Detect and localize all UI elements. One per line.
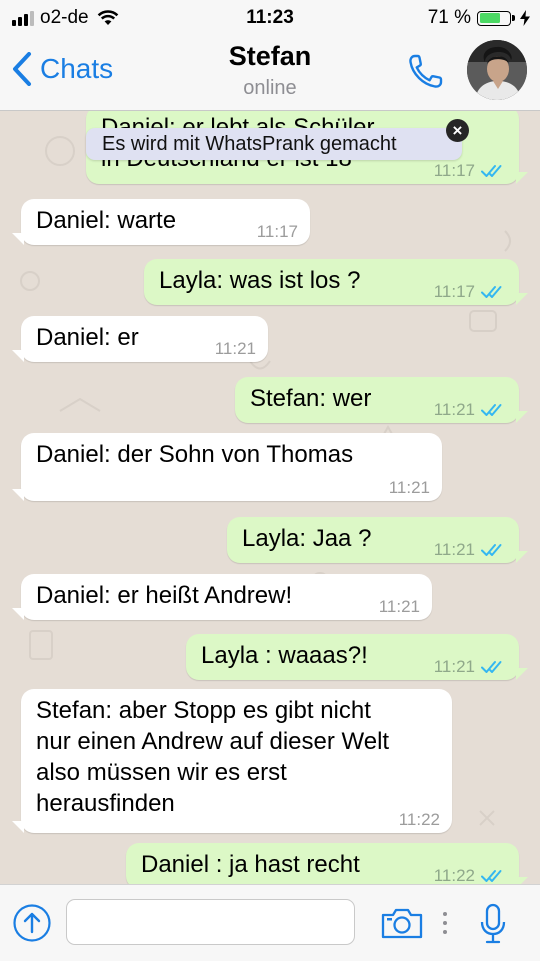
outgoing-message[interactable]: Layla: Jaa ? 11:21 [227, 517, 528, 563]
battery-percent: 71 % [427, 7, 471, 28]
outgoing-message[interactable]: Layla : waaas?! 11:21 [186, 634, 528, 680]
status-bar: o2-de 11:23 71 % [0, 0, 540, 36]
read-ticks-icon [481, 661, 502, 673]
voice-button[interactable] [480, 903, 506, 950]
message-meta: 11:22 [434, 867, 507, 884]
read-ticks-icon [481, 870, 502, 882]
contact-name[interactable]: Stefan [0, 41, 540, 72]
message-time: 11:21 [433, 657, 475, 676]
incoming-message[interactable]: Daniel: der Sohn von Thomas 11:21 [12, 433, 442, 501]
incoming-message[interactable]: Daniel: er 11:21 [12, 316, 268, 362]
camera-icon [381, 908, 423, 939]
message-meta: 11:21 [434, 541, 507, 559]
message-meta: 11:17 [434, 283, 507, 301]
message-time: 11:17 [433, 282, 475, 301]
outgoing-message[interactable]: Daniel : ja hast recht 11:22 [126, 843, 528, 884]
read-ticks-icon [481, 165, 502, 177]
battery-status: 71 % [428, 7, 530, 29]
message-time: 11:21 [433, 540, 475, 559]
contact-avatar[interactable] [467, 40, 527, 100]
message-time: 11:22 [433, 866, 475, 885]
phone-icon [409, 54, 443, 88]
read-ticks-icon [481, 404, 502, 416]
message-text: Daniel: der Sohn von Thomas [36, 441, 354, 468]
close-icon[interactable]: × [446, 119, 469, 142]
outgoing-message[interactable]: Stefan: wer 11:21 [235, 377, 528, 423]
microphone-icon [480, 903, 506, 944]
message-time: 11:17 [256, 222, 298, 241]
incoming-message[interactable]: Daniel: warte 11:17 [12, 199, 310, 245]
message-text: herausfinden [36, 790, 175, 817]
message-time: 11:22 [398, 810, 440, 829]
message-time: 11:21 [378, 597, 420, 616]
call-button[interactable] [405, 52, 445, 97]
contact-status: online [243, 77, 297, 99]
incoming-message[interactable]: Stefan: aber Stopp es gibt nicht nur eine… [12, 689, 452, 833]
message-input[interactable] [66, 899, 355, 945]
prank-banner: Es wird mit WhatsPrank gemacht [86, 128, 462, 160]
message-time: 11:17 [433, 161, 475, 180]
attach-button[interactable] [12, 903, 52, 948]
read-ticks-icon [481, 286, 502, 298]
message-text: also müssen wir es erst [36, 759, 287, 786]
more-dots-icon [443, 912, 447, 934]
message-meta: 11:21 [434, 658, 507, 676]
message-meta: 11:22 [399, 811, 440, 829]
chat-header: Chats Stefan online [0, 36, 540, 111]
message-meta: 11:17 [257, 223, 298, 241]
message-meta: 11:21 [379, 598, 420, 616]
chat-area[interactable]: Daniel: er lebt als Schülerin Deutschlan… [0, 111, 540, 884]
message-text: Stefan: aber Stopp es gibt nicht [36, 697, 371, 724]
message-meta: 11:21 [389, 479, 430, 497]
incoming-message[interactable]: Daniel: er heißt Andrew! 11:21 [12, 574, 432, 620]
composer-bar [0, 884, 540, 961]
outgoing-message[interactable]: Layla: was ist los ? 11:17 [144, 259, 528, 305]
camera-button[interactable] [380, 907, 424, 944]
message-meta: 11:21 [434, 401, 507, 419]
upload-icon [13, 904, 51, 942]
prank-banner-text: Es wird mit WhatsPrank gemacht [102, 133, 397, 155]
message-time: 11:21 [433, 400, 475, 419]
message-time: 11:21 [388, 478, 430, 497]
message-meta: 11:21 [215, 340, 256, 358]
read-ticks-icon [481, 544, 502, 556]
message-time: 11:21 [214, 339, 256, 358]
charging-bolt-icon [520, 10, 530, 26]
more-button[interactable] [442, 911, 448, 940]
message-text: nur einen Andrew auf dieser Welt [36, 728, 390, 755]
message-meta: 11:17 [434, 162, 507, 180]
battery-icon [477, 10, 515, 26]
message-text: Daniel: er heißt Andrew! [36, 582, 293, 609]
